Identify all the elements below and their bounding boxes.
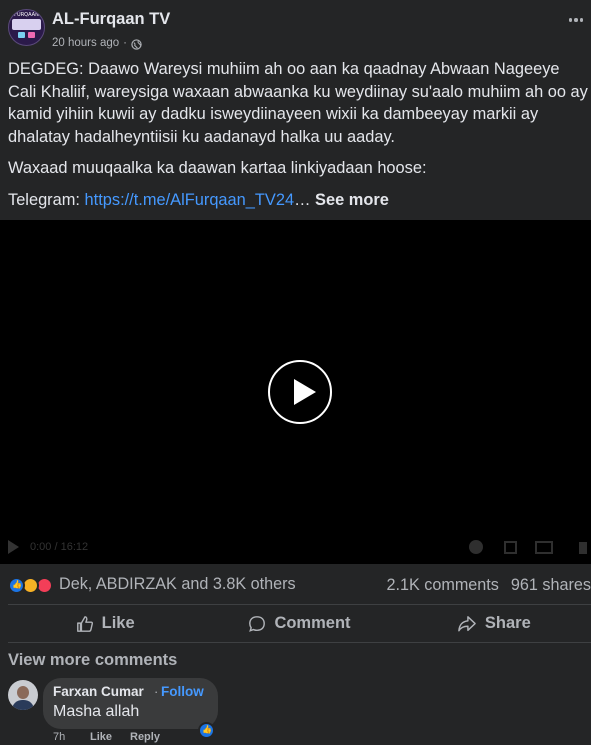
comment-text: Masha allah bbox=[53, 703, 140, 720]
avatar-body bbox=[12, 700, 34, 710]
like-icon bbox=[8, 577, 25, 594]
post-body: DEGDEG: Daawo Wareysi muhiim ah oo aan k… bbox=[8, 58, 588, 220]
commenter-avatar[interactable] bbox=[8, 680, 38, 710]
share-button[interactable]: Share bbox=[397, 605, 591, 642]
follow-button[interactable]: Follow bbox=[161, 684, 204, 699]
avatar-logo-mark-left bbox=[18, 32, 25, 38]
more-options-icon[interactable] bbox=[568, 18, 583, 22]
post-telegram-line: Telegram: https://t.me/AlFurqaan_TV24… S… bbox=[8, 189, 588, 212]
avatar-logo-text: FURQAAN bbox=[14, 12, 39, 18]
post-meta: 20 hours ago · bbox=[52, 35, 142, 50]
comment-bubble: Farxan Cumar · Follow Masha allah bbox=[43, 678, 218, 729]
share-icon bbox=[458, 615, 476, 631]
see-more-link[interactable]: See more bbox=[315, 191, 389, 209]
reacted-by[interactable]: Dek, ABDIRZAK and 3.8K others bbox=[59, 575, 296, 594]
comment-author[interactable]: Farxan Cumar bbox=[53, 684, 144, 699]
picture-in-picture-icon[interactable] bbox=[535, 541, 553, 554]
comment-button[interactable]: Comment bbox=[202, 605, 396, 642]
reaction-icons[interactable] bbox=[8, 577, 56, 595]
settings-gear-icon[interactable] bbox=[469, 540, 483, 554]
fullscreen-icon[interactable] bbox=[504, 541, 517, 554]
volume-icon[interactable] bbox=[579, 542, 587, 554]
page-name[interactable]: AL-Furqaan TV bbox=[52, 10, 170, 29]
post-paragraph-2: Waxaad muuqaalka ka daawan kartaa linkiy… bbox=[8, 159, 427, 177]
reactions-bar: Dek, ABDIRZAK and 3.8K others 2.1K comme… bbox=[8, 572, 591, 598]
view-more-comments[interactable]: View more comments bbox=[8, 651, 177, 670]
page-avatar[interactable]: FURQAAN bbox=[8, 9, 45, 46]
comment-reply-button[interactable]: Reply bbox=[130, 731, 160, 743]
comment-like-button[interactable]: Like bbox=[90, 731, 130, 743]
comment-time[interactable]: 7h bbox=[53, 731, 90, 743]
comment-separator: · bbox=[154, 684, 159, 699]
like-button[interactable]: Like bbox=[8, 605, 202, 642]
ellipsis: … bbox=[294, 190, 311, 209]
comment-label: Comment bbox=[274, 614, 351, 632]
comment-icon bbox=[249, 615, 266, 632]
engagement-counts: 2.1K comments 961 shares bbox=[386, 576, 591, 595]
play-icon[interactable] bbox=[268, 360, 332, 424]
post-paragraph-1: DEGDEG: Daawo Wareysi muhiim ah oo aan k… bbox=[8, 60, 588, 146]
telegram-link[interactable]: https://t.me/AlFurqaan_TV24 bbox=[85, 191, 295, 209]
thumbs-up-icon bbox=[76, 615, 93, 632]
post-actions: Like Comment Share bbox=[8, 604, 591, 643]
like-label: Like bbox=[101, 614, 135, 632]
telegram-label: Telegram: bbox=[8, 190, 85, 209]
avatar-logo-mark-right bbox=[28, 32, 35, 38]
post-header: FURQAAN AL-Furqaan TV 20 hours ago · bbox=[0, 0, 591, 58]
avatar-face bbox=[17, 686, 29, 699]
shares-count[interactable]: 961 shares bbox=[511, 576, 591, 595]
post-timestamp[interactable]: 20 hours ago bbox=[52, 37, 119, 49]
like-icon[interactable] bbox=[198, 722, 215, 739]
video-play-control-icon[interactable] bbox=[8, 540, 19, 554]
avatar-logo-band bbox=[12, 19, 41, 30]
share-label: Share bbox=[484, 614, 531, 632]
comment-meta: 7h Like Reply bbox=[53, 731, 160, 743]
globe-icon[interactable] bbox=[131, 39, 142, 50]
comments-count[interactable]: 2.1K comments bbox=[386, 576, 498, 595]
meta-separator: · bbox=[123, 36, 127, 49]
video-time: 0:00 / 16:12 bbox=[30, 541, 89, 553]
video-player[interactable]: 0:00 / 16:12 bbox=[0, 220, 591, 564]
